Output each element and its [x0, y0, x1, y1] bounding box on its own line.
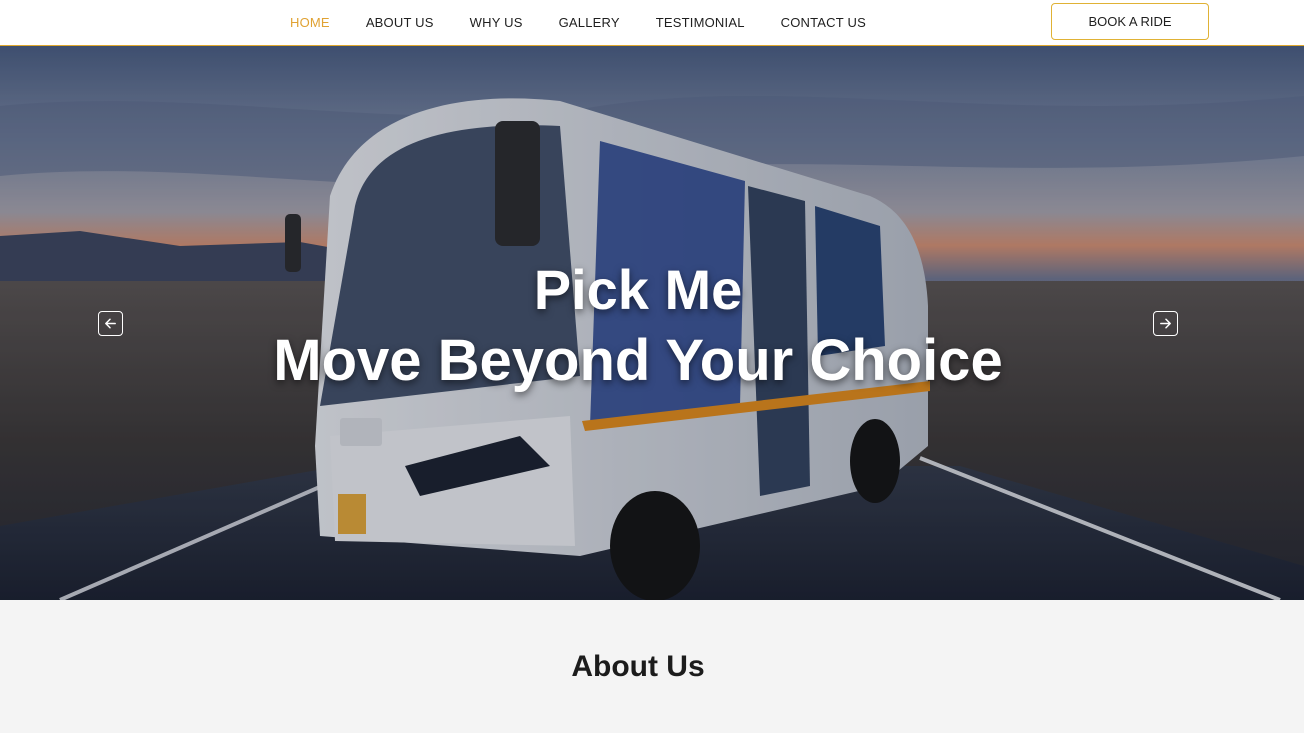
nav-link-contact-us[interactable]: CONTACT US [763, 15, 884, 30]
nav-link-about-us[interactable]: ABOUT US [348, 15, 452, 30]
arrow-right-icon [1160, 318, 1171, 329]
arrow-left-icon [105, 318, 116, 329]
hero-title-line1: Pick Me [533, 258, 743, 321]
hero-title-line2: Move Beyond Your Choice [273, 328, 1003, 393]
hero-overlay [0, 46, 1304, 600]
nav-link-testimonial[interactable]: TESTIMONIAL [638, 15, 763, 30]
nav-link-gallery[interactable]: GALLERY [541, 15, 638, 30]
slider-prev-button[interactable] [98, 311, 123, 336]
hero-slider: Pick Me Move Beyond Your Choice [0, 46, 1304, 600]
nav-links: HOME ABOUT US WHY US GALLERY TESTIMONIAL… [272, 0, 884, 44]
navbar: HOME ABOUT US WHY US GALLERY TESTIMONIAL… [0, 0, 1304, 46]
nav-link-why-us[interactable]: WHY US [452, 15, 541, 30]
nav-link-home[interactable]: HOME [272, 15, 348, 30]
about-heading: About Us [571, 650, 705, 683]
book-a-ride-button[interactable]: BOOK A RIDE [1051, 3, 1209, 40]
about-section: About Us [0, 600, 1304, 733]
slider-next-button[interactable] [1153, 311, 1178, 336]
